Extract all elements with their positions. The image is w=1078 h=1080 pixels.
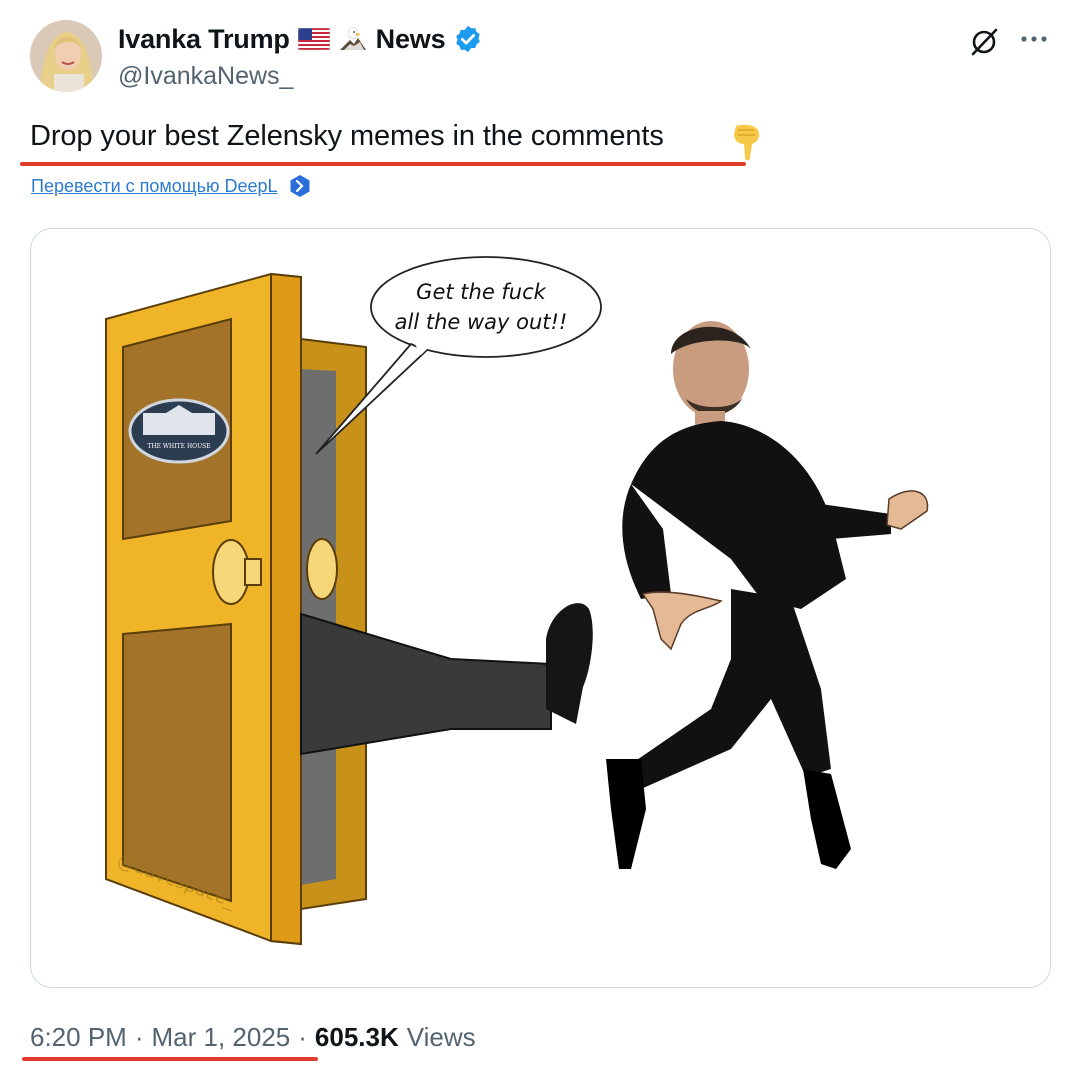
views-label[interactable]: Views [407, 1022, 476, 1053]
meta-separator-2: · [298, 1022, 307, 1052]
translate-row[interactable]: Перевести с помощью DeepL [31, 174, 312, 198]
meta-separator: · [134, 1022, 144, 1052]
author-name-suffix: News [375, 23, 446, 54]
tweet-date[interactable]: Mar 1, 2025 [152, 1022, 291, 1053]
more-options-icon[interactable] [1018, 28, 1050, 50]
door-plaque-text: THE WHITE HOUSE [147, 443, 210, 450]
author-avatar[interactable] [30, 20, 102, 92]
person-figure [606, 321, 929, 869]
tweet-time[interactable]: 6:20 PM [30, 1022, 127, 1053]
deepl-icon [290, 175, 310, 197]
author-name-row[interactable]: Ivanka Trump News [118, 22, 483, 56]
speech-bubble-line1: Get the fuck [416, 280, 546, 304]
annotation-underline-date [22, 1057, 318, 1061]
annotation-underline-text [20, 162, 746, 166]
author-handle[interactable]: @IvankaNews_ [118, 62, 293, 91]
tweet-text: Drop your best Zelensky memes in the com… [30, 120, 664, 152]
us-flag-icon [297, 28, 330, 50]
translate-link[interactable]: Перевести с помощью DeepL [31, 176, 278, 197]
tweet-media-card[interactable]: THE WHITE HOUSE @davespace_ Get the fuck… [30, 228, 1051, 988]
avatar-image [30, 20, 102, 92]
grok-icon[interactable] [968, 24, 1002, 58]
pointing-down-icon [734, 124, 760, 161]
verified-badge-icon[interactable] [453, 24, 483, 54]
tweet-meta-row: 6:20 PM · Mar 1, 2025 · 605.3K Views [30, 1022, 476, 1053]
meme-illustration: THE WHITE HOUSE @davespace_ Get the fuck… [105, 256, 929, 946]
speech-bubble-line2: all the way out!! [395, 310, 568, 334]
views-count[interactable]: 605.3K [315, 1022, 399, 1053]
eagle-icon [339, 27, 366, 50]
author-display-name[interactable]: Ivanka Trump [118, 24, 290, 55]
